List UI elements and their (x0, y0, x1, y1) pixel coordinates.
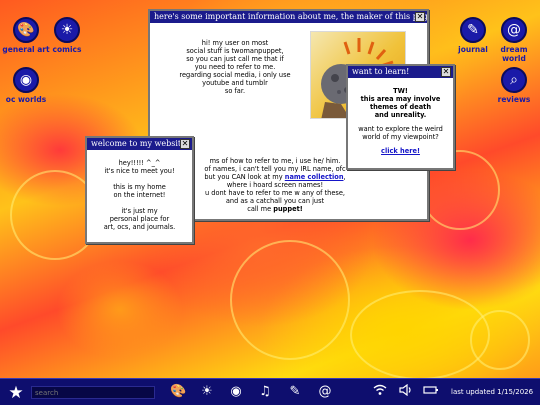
drum-icon[interactable]: ♫ (257, 384, 273, 400)
puppet-word: puppet! (273, 205, 303, 213)
tw-line: this area may involve (360, 95, 441, 103)
desktop-icon-label: oc worlds (5, 95, 47, 104)
about-lower-text: but you CAN look at my (204, 173, 283, 181)
about-intro: hi! my user on most social stuff is twom… (160, 39, 310, 95)
wifi-glyph (373, 384, 387, 395)
notebook-icon[interactable]: ✎ (287, 384, 303, 400)
globe-icon: ◉ (13, 67, 39, 93)
sun-icon[interactable]: ☀ (199, 384, 215, 400)
about-lower-text: call me (247, 205, 272, 213)
welcome-window-titlebar[interactable]: welcome to my website! ✕ (87, 138, 192, 150)
sun-icon: ☀ (54, 17, 80, 43)
desktop-icon-label: reviews (497, 95, 531, 104)
about-intro-line: regarding social media, i only use (179, 71, 291, 79)
welcome-line (87, 199, 192, 207)
welcome-line: art, ocs, and journals. (103, 223, 176, 231)
welcome-line (87, 175, 192, 183)
welcome-line: it's nice to meet you! (104, 167, 175, 175)
palette-icon[interactable]: 🎨 (170, 384, 186, 400)
search-input[interactable] (31, 386, 155, 399)
tw-line: TW! (393, 87, 408, 95)
battery-icon[interactable] (423, 384, 439, 400)
magnifier-icon: ⌕ (501, 67, 527, 93)
welcome-line: personal place for (109, 215, 170, 223)
tw-line: and unreality. (374, 111, 427, 119)
welcome-window: welcome to my website! ✕ hey!!!!! ^_^ it… (85, 136, 194, 244)
start-button[interactable]: ★ (6, 383, 26, 403)
learn-window: want to learn! ✕ TW! this area may invol… (346, 64, 455, 170)
click-here-link[interactable]: click here! (381, 147, 420, 155)
background-swirl (470, 310, 530, 370)
welcome-window-title: welcome to my website! (91, 139, 190, 148)
welcome-content: hey!!!!! ^_^ it's nice to meet you! this… (87, 150, 192, 231)
close-button[interactable]: ✕ (441, 67, 451, 77)
volume-icon[interactable] (398, 383, 414, 400)
about-intro-line: youtube and tumblr (202, 79, 268, 87)
battery-glyph (423, 386, 438, 394)
close-button[interactable]: ✕ (180, 139, 190, 149)
welcome-line: it's just my (121, 207, 158, 215)
desktop-icon-reviews[interactable]: ⌕ reviews (488, 67, 540, 104)
desktop-icon-oc-worlds[interactable]: ◉ oc worlds (0, 67, 52, 104)
about-lower-line: but you CAN look at my name collection, (170, 173, 380, 181)
desktop-icon-dream-world[interactable]: @ dream world (488, 17, 540, 63)
background-swirl (230, 240, 350, 360)
last-updated: last updated 1/15/2026 (451, 388, 534, 396)
desktop-icon-comics[interactable]: ☀ comics (41, 17, 93, 54)
taskbar: ★ 🎨 ☀ ◉ ♫ ✎ @ last updated 1/15/2026 (0, 378, 540, 405)
about-intro-line: hi! my user on most (201, 39, 269, 47)
welcome-line: on the internet! (113, 191, 166, 199)
about-intro-line: so you can just call me that if (186, 55, 284, 63)
desktop-icon-label: comics (52, 45, 82, 54)
about-intro-line: you need to refer to me. (194, 63, 276, 71)
name-collection-link[interactable]: name collection (285, 173, 344, 181)
about-lower-line: u dont have to refer to me w any of thes… (204, 189, 345, 197)
about-lower-line: where i hoard screen names! (226, 181, 324, 189)
volume-glyph (399, 383, 411, 397)
learn-window-titlebar[interactable]: want to learn! ✕ (348, 66, 453, 78)
welcome-line: hey!!!!! ^_^ (118, 159, 161, 167)
star-icon: ★ (8, 383, 24, 403)
welcome-line: this is my home (113, 183, 166, 191)
about-window-titlebar[interactable]: here's some important information about … (150, 11, 427, 23)
about-window-title: here's some important information about … (154, 12, 427, 21)
about-intro-line: social stuff is twomanpuppet, (186, 47, 284, 55)
about-lower-line: and as a catchall you can just (225, 197, 325, 205)
swirl-icon: @ (501, 17, 527, 43)
question-line: world of my viewpoint? (362, 133, 439, 141)
about-lower-line: call me puppet! (170, 205, 380, 213)
wifi-icon[interactable] (372, 384, 388, 400)
notebook-icon: ✎ (460, 17, 486, 43)
about-intro-line: so far. (224, 87, 246, 95)
background-swirl (350, 290, 490, 380)
globe-icon[interactable]: ◉ (228, 384, 244, 400)
question-line: want to explore the weird (358, 125, 443, 133)
palette-icon: 🎨 (13, 17, 39, 43)
close-button[interactable]: ✕ (415, 12, 425, 22)
learn-window-title: want to learn! (352, 67, 410, 76)
desktop-icon-label: dream world (500, 45, 528, 63)
tw-line: themes of death (369, 103, 432, 111)
about-punctuation: , (343, 173, 346, 181)
learn-content: TW! this area may involve themes of deat… (348, 78, 453, 155)
swirl-icon[interactable]: @ (317, 384, 333, 400)
